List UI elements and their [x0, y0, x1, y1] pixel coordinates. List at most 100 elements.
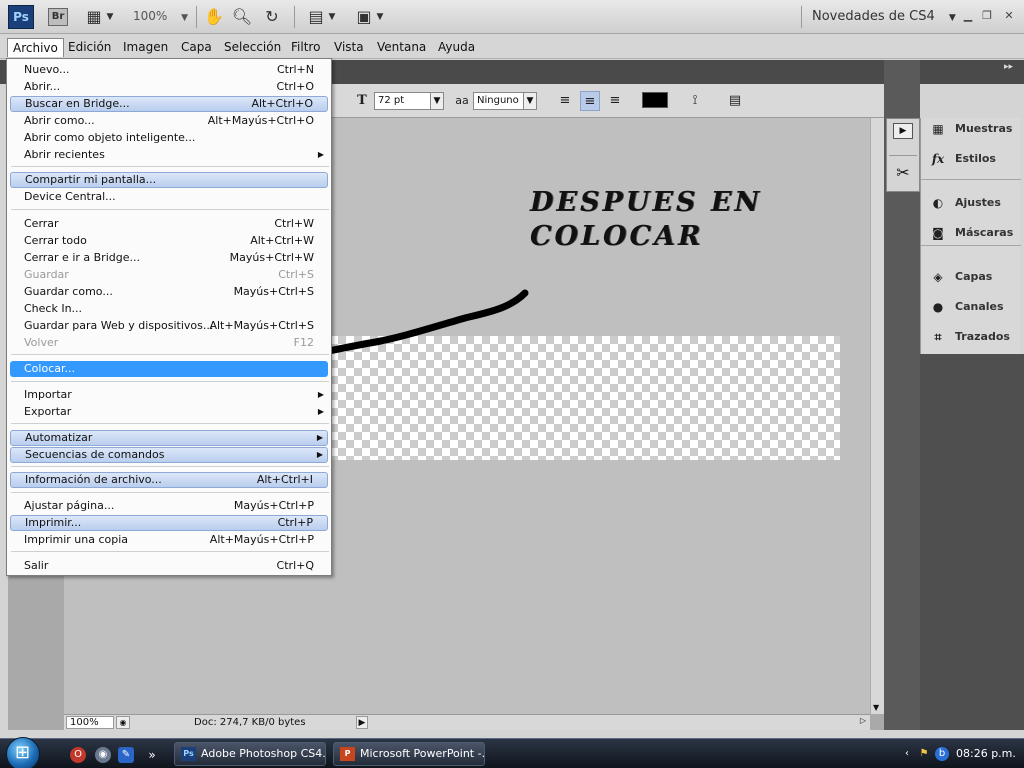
chevron-down-icon[interactable]: ▼ [105, 7, 115, 27]
menu-item-imprimir[interactable]: Imprimir... Ctrl+P [10, 515, 328, 531]
restore-icon[interactable]: ❐ [980, 10, 994, 22]
menu-edicion[interactable]: Edición [63, 38, 116, 57]
zoom-tool-icon[interactable]: 🔍︎ [231, 7, 253, 27]
panel-tab-mascaras[interactable]: ◙ Máscaras [929, 222, 1013, 244]
menu-item-importar[interactable]: Importar ▶ [10, 387, 328, 403]
menu-item-nuevo[interactable]: Nuevo... Ctrl+N [10, 62, 328, 78]
system-clock[interactable]: 08:26 p.m. [956, 747, 1016, 760]
align-right-icon[interactable]: ≡ [605, 91, 625, 111]
menu-item-buscar-en-bridge[interactable]: Buscar en Bridge... Alt+Ctrl+O [10, 96, 328, 112]
menu-item-abrir-recientes[interactable]: Abrir recientes ▶ [10, 147, 328, 163]
menu-item-device-central[interactable]: Device Central... [10, 189, 328, 205]
panel-label: Máscaras [955, 226, 1014, 239]
panel-tab-muestras[interactable]: ▦ Muestras [929, 118, 1012, 140]
chevron-down-icon[interactable]: ▼ [327, 7, 337, 27]
menu-item-cerrar[interactable]: Cerrar Ctrl+W [10, 216, 328, 232]
panel-tab-canales[interactable]: ● Canales [929, 296, 1004, 318]
close-icon[interactable]: ✕ [1002, 10, 1016, 22]
photoshop-logo[interactable]: Ps [8, 5, 34, 29]
panel-group-layers: ◈ Capas ● Canales ⌗ Trazados [921, 246, 1021, 354]
menu-ventana[interactable]: Ventana [372, 38, 431, 57]
collapse-arrows-icon[interactable]: ▸▸ [1004, 62, 1013, 72]
panel-tab-capas[interactable]: ◈ Capas [929, 266, 992, 288]
menu-item-automatizar[interactable]: Automatizar ▶ [10, 430, 328, 446]
taskbar-photoshop[interactable]: Ps Adobe Photoshop CS4... [174, 742, 326, 766]
tools-preset-icon[interactable]: ✂ [893, 163, 913, 183]
menu-item-abrir-como[interactable]: Abrir como... Alt+Mayús+Ctrl+O [10, 113, 328, 129]
menu-archivo[interactable]: Archivo [7, 38, 64, 57]
menu-item-ajustar-pagina[interactable]: Ajustar página... Mayús+Ctrl+P [10, 498, 328, 514]
panel-tab-trazados[interactable]: ⌗ Trazados [929, 326, 1010, 348]
workspace-switcher[interactable]: Novedades de CS4 ▼ [812, 9, 956, 24]
menu-item-exportar[interactable]: Exportar ▶ [10, 404, 328, 420]
view-extras-icon[interactable]: ▦ [84, 7, 104, 27]
actions-icon[interactable]: ▶ [893, 123, 913, 139]
font-size-field[interactable]: 72 pt [374, 92, 432, 110]
panel-label: Canales [955, 300, 1004, 313]
submenu-arrow-icon: ▶ [317, 390, 324, 399]
paint-icon[interactable]: ✎ [118, 747, 134, 763]
menu-seleccion[interactable]: Selección [219, 38, 286, 57]
rotate-view-icon[interactable]: ↻ [261, 7, 283, 27]
menu-item-informacion-archivo[interactable]: Información de archivo... Alt+Ctrl+I [10, 472, 328, 488]
menu-item-imprimir-copia[interactable]: Imprimir una copia Alt+Mayús+Ctrl+P [10, 532, 328, 548]
menu-item-compartir-pantalla[interactable]: Compartir mi pantalla... [10, 172, 328, 188]
character-panel-icon[interactable]: ▤ [725, 91, 745, 111]
menu-item-salir[interactable]: Salir Ctrl+Q [10, 558, 328, 574]
panel-tab-estilos[interactable]: fx Estilos [929, 148, 996, 170]
menu-vista[interactable]: Vista [329, 38, 369, 57]
chevron-right-icon[interactable]: ▷ [860, 716, 866, 725]
antialias-select[interactable]: Ninguno [473, 92, 525, 110]
menu-item-label: Guardar [24, 268, 69, 281]
taskbar-powerpoint[interactable]: P Microsoft PowerPoint -... [333, 742, 485, 766]
status-zoom-field[interactable]: 100% [66, 716, 114, 729]
chevron-right-icon[interactable]: ▶ [356, 716, 368, 729]
chevron-down-icon[interactable]: ▼ [873, 703, 879, 712]
screen-mode-icon[interactable]: ▣ [353, 7, 375, 27]
menu-filtro[interactable]: Filtro [286, 38, 325, 57]
panel-label: Trazados [955, 330, 1010, 343]
menu-item-shortcut: Mayús+Ctrl+S [233, 285, 314, 298]
menu-item-cerrar-ir-bridge[interactable]: Cerrar e ir a Bridge... Mayús+Ctrl+W [10, 250, 328, 266]
menu-item-secuencias-comandos[interactable]: Secuencias de comandos ▶ [10, 447, 328, 463]
menu-item-guardar-web[interactable]: Guardar para Web y dispositivos... Alt+Ma… [10, 318, 328, 334]
start-button[interactable] [6, 737, 40, 768]
menu-item-cerrar-todo[interactable]: Cerrar todo Alt+Ctrl+W [10, 233, 328, 249]
menu-item-shortcut: Ctrl+Q [276, 559, 314, 572]
menu-item-colocar[interactable]: Colocar... [10, 361, 328, 377]
menu-item-abrir-objeto-inteligente[interactable]: Abrir como objeto inteligente... [10, 130, 328, 146]
align-center-icon[interactable]: ≡ [580, 91, 600, 111]
panel-tab-ajustes[interactable]: ◐ Ajustes [929, 192, 1001, 214]
menu-item-shortcut: Ctrl+W [274, 217, 314, 230]
vertical-scrollbar[interactable]: ▼ [870, 118, 884, 714]
tray-expand-chevron-icon[interactable]: ‹ [900, 747, 914, 761]
opera-icon[interactable]: O [70, 747, 86, 763]
network-tray-icon[interactable]: ⚑ [917, 747, 931, 761]
menu-item-guardar-como[interactable]: Guardar como... Mayús+Ctrl+S [10, 284, 328, 300]
transparent-layer-area[interactable] [330, 336, 840, 460]
menu-imagen[interactable]: Imagen [118, 38, 173, 57]
warp-text-icon[interactable]: ⟟ [685, 91, 705, 111]
text-color-swatch[interactable] [642, 92, 668, 108]
menu-item-shortcut: Ctrl+N [276, 63, 314, 76]
hand-tool-icon[interactable]: ✋ [203, 7, 225, 27]
menu-capa[interactable]: Capa [176, 38, 217, 57]
align-left-icon[interactable]: ≡ [555, 91, 575, 111]
menu-item-check-in[interactable]: Check In... [10, 301, 328, 317]
menu-ayuda[interactable]: Ayuda [433, 38, 480, 57]
chevron-down-icon[interactable]: ▼ [430, 92, 444, 110]
arrange-documents-icon[interactable]: ▤ [305, 7, 327, 27]
menu-item-abrir[interactable]: Abrir... Ctrl+O [10, 79, 328, 95]
disc-icon[interactable]: ◉ [95, 747, 111, 763]
status-options-icon[interactable]: ◉ [116, 716, 130, 729]
menu-item-label: Información de archivo... [25, 473, 162, 486]
menu-item-volver: Volver F12 [10, 335, 328, 351]
quick-launch-chevron-icon[interactable]: » [144, 747, 160, 763]
chevron-down-icon[interactable]: ▼ [523, 92, 537, 110]
chevron-down-icon[interactable]: ▼ [375, 7, 385, 27]
b-tray-icon[interactable]: b [935, 747, 949, 761]
bridge-launch-button[interactable]: Br [48, 8, 68, 26]
zoom-level-select[interactable]: 100% ▼ [133, 9, 188, 23]
menu-bar: Archivo Edición Imagen Capa Selección Fi… [0, 35, 1024, 59]
minimize-icon[interactable]: ▁ [961, 10, 975, 22]
